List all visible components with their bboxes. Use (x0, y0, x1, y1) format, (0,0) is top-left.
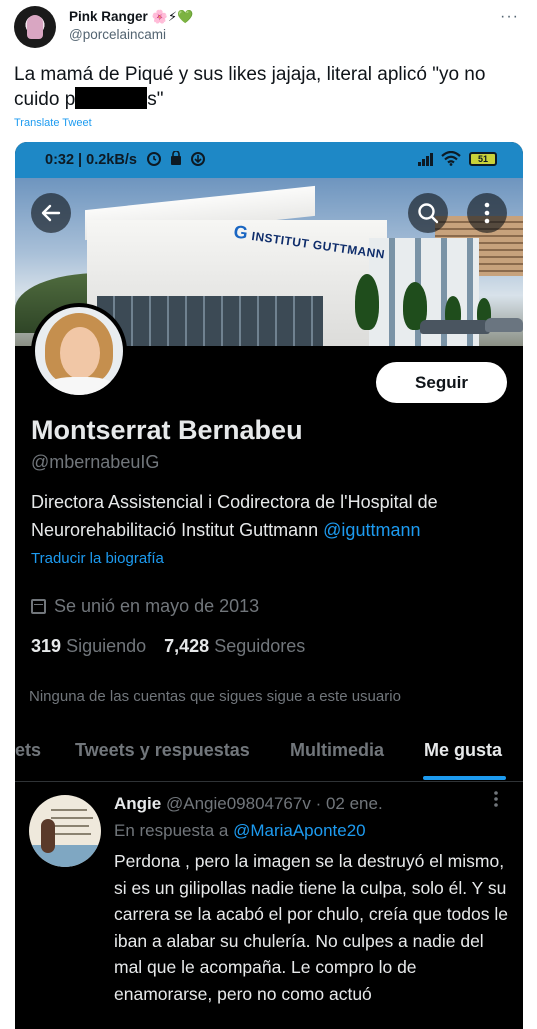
outer-author-emojis: 🌸⚡💚 (151, 9, 194, 24)
outer-author-handle[interactable]: @porcelaincami (69, 27, 166, 42)
reply-to-line: En respuesta a @MariaAponte20 (114, 821, 366, 841)
more-options-icon[interactable]: ··· (500, 8, 519, 26)
status-right-icons: 51 (418, 151, 497, 166)
joined-date-text: Se unió en mayo de 2013 (54, 596, 260, 616)
tab-media[interactable]: Multimedia (290, 740, 384, 761)
reply-author-avatar[interactable] (29, 795, 101, 867)
reply-author-name[interactable]: Angie (114, 794, 161, 813)
followers-link[interactable]: 7,428 Seguidores (164, 636, 305, 656)
reply-to-mention[interactable]: @MariaAponte20 (233, 821, 366, 840)
reply-date[interactable]: · 02 ene. (316, 794, 383, 813)
reply-more-icon[interactable] (491, 790, 501, 808)
reply-tweet-text: Perdona , pero la imagen se la destruyó … (114, 851, 508, 1004)
translate-bio-link[interactable]: Traducir la biografía (31, 550, 164, 567)
outer-author-name-text[interactable]: Pink Ranger (69, 9, 148, 24)
tab-tweets-replies[interactable]: Tweets y respuestas (75, 740, 250, 761)
active-tab-indicator (423, 776, 506, 780)
outer-tweet-header: Pink Ranger 🌸⚡💚 @porcelaincami ··· (14, 6, 523, 50)
followers-you-know-note: Ninguna de las cuentas que sigues sigue … (29, 688, 401, 705)
tab-likes[interactable]: Me gusta (424, 740, 502, 761)
wifi-icon (441, 151, 461, 166)
joined-date: Se unió en mayo de 2013 (31, 596, 259, 617)
redaction-bar (75, 87, 148, 109)
reply-to-prefix: En respuesta a (114, 821, 234, 840)
outer-author-name[interactable]: Pink Ranger 🌸⚡💚 (69, 9, 193, 25)
following-count: 319 (31, 636, 62, 656)
bio-mention-link[interactable]: @iguttmann (323, 520, 420, 540)
reply-author-handle[interactable]: @Angie09804767v (166, 794, 311, 813)
profile-handle: @mbernabeuIG (31, 452, 160, 472)
following-label: Siguiendo (66, 636, 147, 656)
follow-button[interactable]: Seguir (376, 362, 507, 403)
phone-status-bar: 0:32 | 0.2kB/s 51 (15, 142, 523, 178)
signal-icon (418, 152, 433, 166)
calendar-icon (31, 599, 46, 614)
reply-meta: Angie @Angie09804767v · 02 ene. (114, 794, 383, 814)
status-time: 0:32 | 0.2kB/s (45, 152, 137, 168)
following-link[interactable]: 319 Siguiendo (31, 636, 146, 656)
profile-bio: Directora Assistencial i Codirectora de … (31, 488, 511, 544)
profile-display-name: Montserrat Bernabeu (31, 415, 303, 445)
embedded-screenshot: 0:32 | 0.2kB/s 51 G INSTITUT GUTTMANN Se… (15, 142, 523, 1029)
translate-tweet-link[interactable]: Translate Tweet (14, 117, 92, 129)
kebab-menu-icon[interactable] (467, 193, 507, 233)
tab-tweets[interactable]: ets (15, 740, 41, 761)
alarm-lock-download-icons (147, 150, 205, 166)
profile-tabs: ets Tweets y respuestas Multimedia Me gu… (15, 730, 523, 782)
followers-count: 7,428 (164, 636, 210, 656)
follow-stats: 319 Siguiendo 7,428 Seguidores (31, 636, 305, 657)
profile-avatar[interactable] (31, 303, 127, 399)
outer-author-avatar[interactable] (14, 6, 56, 48)
back-arrow-icon[interactable] (31, 193, 71, 233)
status-notification-icons (147, 150, 209, 170)
followers-label: Seguidores (214, 636, 306, 656)
battery-icon: 51 (469, 151, 497, 166)
tweet-text-part2: s" (147, 89, 164, 110)
search-icon[interactable] (408, 193, 448, 233)
tweet-text: La mamá de Piqué y sus likes jajaja, lit… (14, 62, 514, 112)
